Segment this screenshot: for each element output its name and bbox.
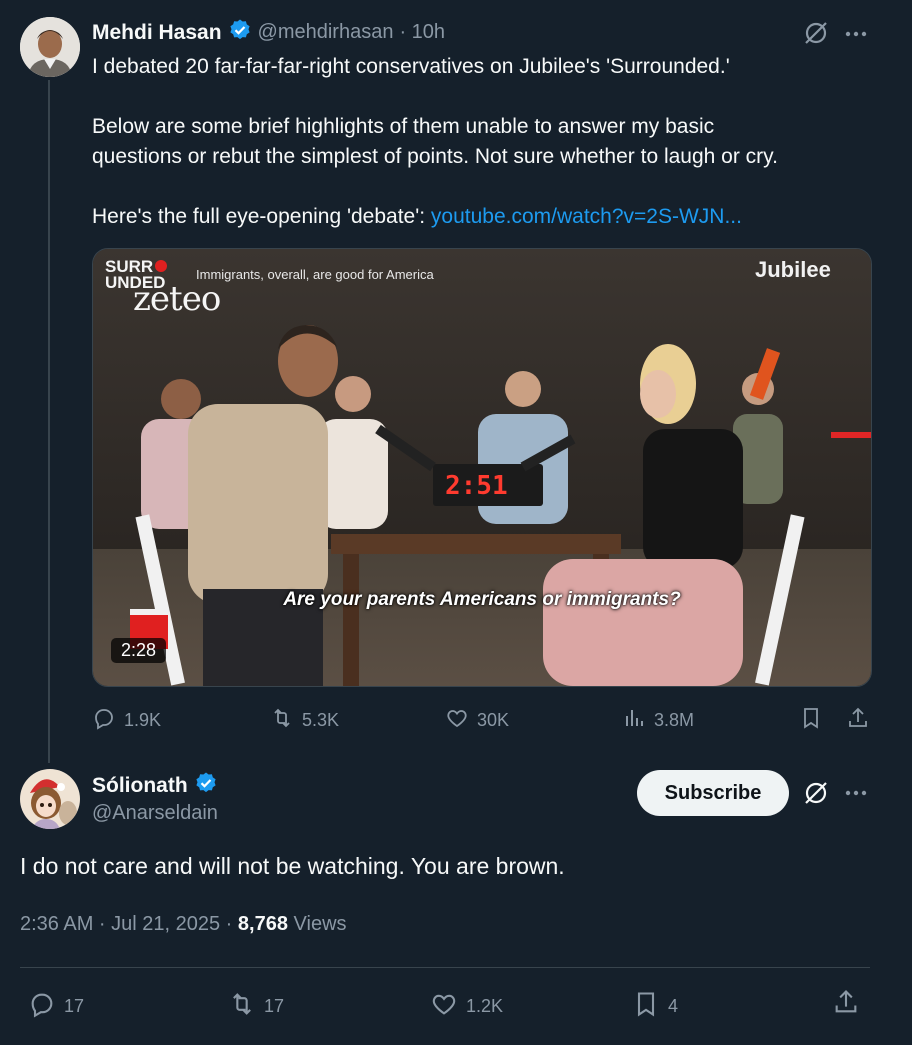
- video-duration: 2:28: [111, 638, 167, 663]
- author-handle[interactable]: @Anarseldain: [92, 802, 218, 825]
- bookmark-button[interactable]: [799, 706, 823, 735]
- tweet1-line2a: Below are some brief highlights of them …: [92, 115, 715, 138]
- author-name[interactable]: Mehdi Hasan: [92, 21, 222, 45]
- verified-badge-icon: [228, 18, 252, 47]
- video-caption: Are your parents Americans or immigrants…: [283, 589, 681, 610]
- tweet2-views-label: Views: [287, 913, 347, 935]
- tweet2-views-count: 8,768: [237, 913, 288, 935]
- avatar-mehdi[interactable]: [20, 17, 80, 77]
- reply-button[interactable]: 17: [28, 990, 84, 1023]
- grok-icon[interactable]: [803, 780, 829, 811]
- thread-connector: [48, 80, 50, 763]
- tweet1-line1: I debated 20 far-far-far-right conservat…: [92, 55, 730, 78]
- share-button[interactable]: [832, 988, 860, 1021]
- bookmark-button[interactable]: 4: [632, 990, 678, 1023]
- views-count: 3.8M: [654, 710, 695, 730]
- retweet-count: 5.3K: [302, 710, 340, 730]
- retweet-icon: [228, 990, 256, 1023]
- tweet1-header: Mehdi Hasan @mehdirhasan · 10h: [92, 18, 445, 47]
- reply-count: 17: [64, 996, 85, 1016]
- bookmark-count: 4: [668, 996, 679, 1016]
- share-icon: [846, 706, 870, 735]
- tweet2-text: I do not care and will not be watching. …: [20, 853, 565, 879]
- like-count: 30K: [477, 710, 510, 730]
- subscribe-button[interactable]: Subscribe: [637, 770, 789, 816]
- tweet2-meta: 2:36 AM · Jul 21, 2025 · 8,768 Views: [20, 913, 347, 936]
- retweet-button[interactable]: 5.3K: [270, 706, 339, 735]
- reply-count: 1.9K: [124, 710, 162, 730]
- debate-timer: 2:51: [445, 471, 508, 501]
- author-name[interactable]: Sólionath: [92, 774, 188, 798]
- retweet-button[interactable]: 17: [228, 990, 284, 1023]
- video-topic: Immigrants, overall, are good for Americ…: [196, 267, 434, 282]
- youtube-link[interactable]: youtube.com/watch?v=2S-WJN...: [431, 205, 742, 228]
- like-button[interactable]: 1.2K: [430, 990, 503, 1023]
- like-count: 1.2K: [466, 996, 504, 1016]
- reply-icon: [92, 706, 116, 735]
- reply-button[interactable]: 1.9K: [92, 706, 161, 735]
- bookmark-icon: [632, 990, 660, 1023]
- avatar-solionath[interactable]: [20, 769, 80, 829]
- views-icon: [622, 706, 646, 735]
- retweet-count: 17: [264, 996, 285, 1016]
- views-button[interactable]: 3.8M: [622, 706, 694, 735]
- zeteo-logo: zeteo: [133, 279, 221, 319]
- bookmark-icon: [799, 706, 823, 735]
- like-icon: [445, 706, 469, 735]
- tweet2-header: Sólionath: [92, 771, 218, 800]
- tweet1-body: I debated 20 far-far-far-right conservat…: [92, 52, 882, 232]
- tweet1-line3: Here's the full eye-opening 'debate':: [92, 205, 431, 228]
- reply-icon: [28, 990, 56, 1023]
- divider: [20, 967, 870, 968]
- like-icon: [430, 990, 458, 1023]
- author-handle[interactable]: @mehdirhasan: [258, 21, 394, 44]
- share-button[interactable]: [846, 706, 870, 735]
- tweet1-line2b: questions or rebut the simplest of point…: [92, 145, 778, 168]
- verified-badge-icon: [194, 771, 218, 800]
- more-icon[interactable]: [843, 21, 869, 52]
- tweet-time[interactable]: · 10h: [399, 21, 445, 44]
- more-icon[interactable]: [843, 780, 869, 811]
- share-icon: [832, 988, 860, 1021]
- tweet2-timestamp[interactable]: 2:36 AM · Jul 21, 2025 ·: [20, 913, 238, 935]
- retweet-icon: [270, 706, 294, 735]
- video-player[interactable]: SURR UNDED Immigrants, overall, are good…: [92, 248, 872, 687]
- like-button[interactable]: 30K: [445, 706, 509, 735]
- jubilee-logo: Jubilee: [755, 257, 831, 282]
- grok-icon[interactable]: [803, 20, 829, 51]
